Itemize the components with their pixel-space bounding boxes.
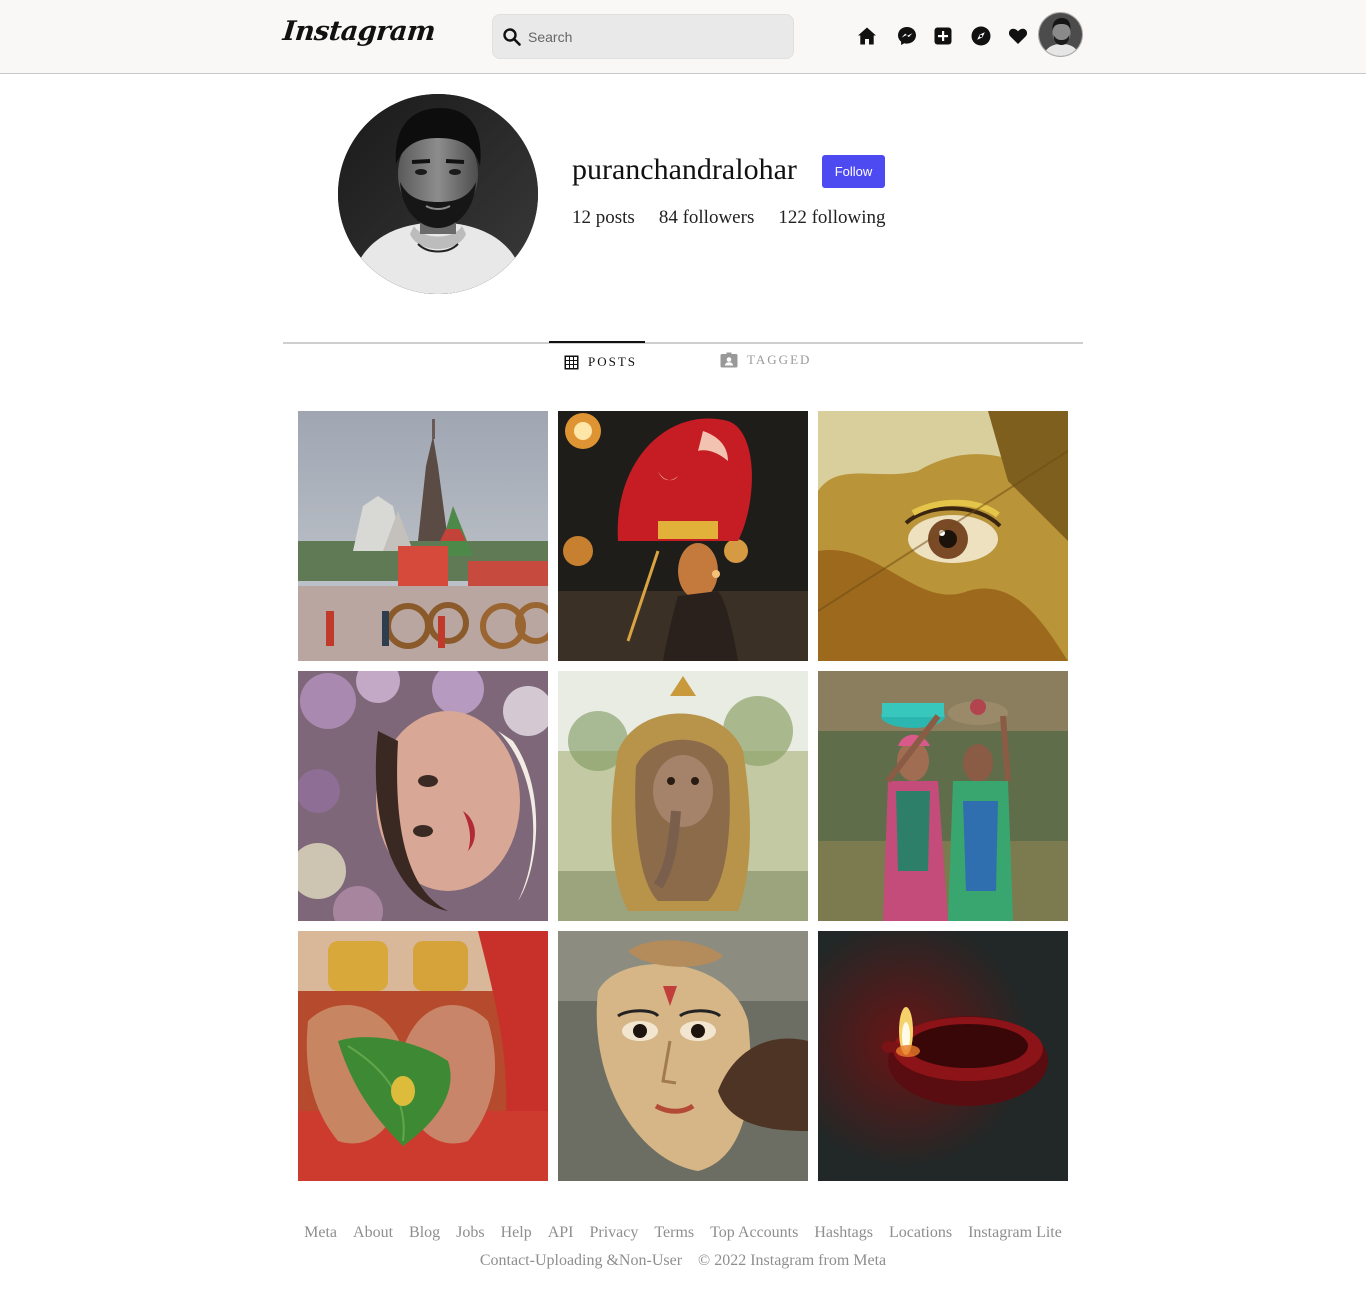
- profile-picture[interactable]: [338, 94, 538, 294]
- footer-link-locations[interactable]: Locations: [889, 1224, 952, 1241]
- women-carrying-baskets-image: [818, 671, 1068, 921]
- footer-link-terms[interactable]: Terms: [654, 1224, 694, 1241]
- post-tile[interactable]: [818, 671, 1068, 921]
- footer-copyright: © 2022 Instagram from Meta: [698, 1252, 887, 1269]
- tab-posts[interactable]: POSTS: [564, 354, 637, 370]
- temple-chariots-image: [298, 411, 548, 661]
- ganesha-idol-image: [558, 671, 808, 921]
- theyyam-performer-image: [558, 411, 808, 661]
- activity-heart-icon[interactable]: [1008, 26, 1028, 46]
- profile-username: puranchandralohar: [572, 153, 797, 186]
- footer-link-about[interactable]: About: [353, 1224, 393, 1241]
- mehndi-hands-leaf-image: [298, 931, 548, 1181]
- durga-idol-painting-image: [558, 931, 808, 1181]
- post-tile[interactable]: [298, 931, 548, 1181]
- footer-link-meta[interactable]: Meta: [304, 1224, 337, 1241]
- tagged-icon: [720, 352, 738, 368]
- footer-link-jobs[interactable]: Jobs: [456, 1224, 484, 1241]
- active-tab-indicator: [549, 341, 645, 343]
- top-navigation-bar: Instagram: [0, 0, 1366, 74]
- eye-through-leaf-image: [818, 411, 1068, 661]
- footer-link-help[interactable]: Help: [501, 1224, 532, 1241]
- woman-in-flowers-image: [298, 671, 548, 921]
- post-tile[interactable]: [298, 671, 548, 921]
- search-box[interactable]: [492, 14, 794, 59]
- footer-link-blog[interactable]: Blog: [409, 1224, 440, 1241]
- follow-button[interactable]: Follow: [822, 155, 885, 188]
- footer-link-api[interactable]: API: [548, 1224, 574, 1241]
- followers-count[interactable]: 84 followers: [659, 207, 755, 229]
- messenger-icon[interactable]: [897, 26, 917, 46]
- footer-link-instagram-lite[interactable]: Instagram Lite: [968, 1224, 1062, 1241]
- instagram-logo[interactable]: Instagram: [281, 16, 436, 47]
- profile-stats: 12 posts 84 followers 122 following: [572, 207, 885, 229]
- profile-photo-icon: [338, 94, 538, 294]
- tab-tagged-label: TAGGED: [747, 352, 812, 367]
- footer-link-contact-uploading[interactable]: Contact-Uploading &Non-User: [480, 1252, 682, 1269]
- footer-secondary: Contact-Uploading &Non-User © 2022 Insta…: [0, 1252, 1366, 1270]
- post-tile[interactable]: [558, 671, 808, 921]
- search-icon: [503, 28, 521, 46]
- post-tile[interactable]: [558, 411, 808, 661]
- following-count[interactable]: 122 following: [778, 207, 885, 229]
- footer-link-top-accounts[interactable]: Top Accounts: [710, 1224, 798, 1241]
- post-tile[interactable]: [558, 931, 808, 1181]
- new-post-icon[interactable]: [934, 27, 952, 45]
- diya-lamp-image: [818, 931, 1068, 1181]
- tab-tagged[interactable]: TAGGED: [720, 352, 811, 368]
- footer-link-hashtags[interactable]: Hashtags: [814, 1224, 873, 1241]
- tabs-divider: [283, 342, 1083, 344]
- footer-links: Meta About Blog Jobs Help API Privacy Te…: [0, 1224, 1366, 1242]
- post-tile[interactable]: [298, 411, 548, 661]
- profile-avatar-small[interactable]: [1038, 12, 1083, 57]
- avatar-photo-icon: [1039, 13, 1082, 56]
- grid-icon: [564, 355, 579, 369]
- post-tile[interactable]: [818, 411, 1068, 661]
- post-tile[interactable]: [818, 931, 1068, 1181]
- footer-link-privacy[interactable]: Privacy: [590, 1224, 639, 1241]
- explore-compass-icon[interactable]: [971, 26, 991, 46]
- posts-count: 12 posts: [572, 207, 635, 228]
- search-input[interactable]: [528, 25, 778, 49]
- home-icon[interactable]: [857, 26, 877, 46]
- tab-posts-label: POSTS: [588, 354, 638, 369]
